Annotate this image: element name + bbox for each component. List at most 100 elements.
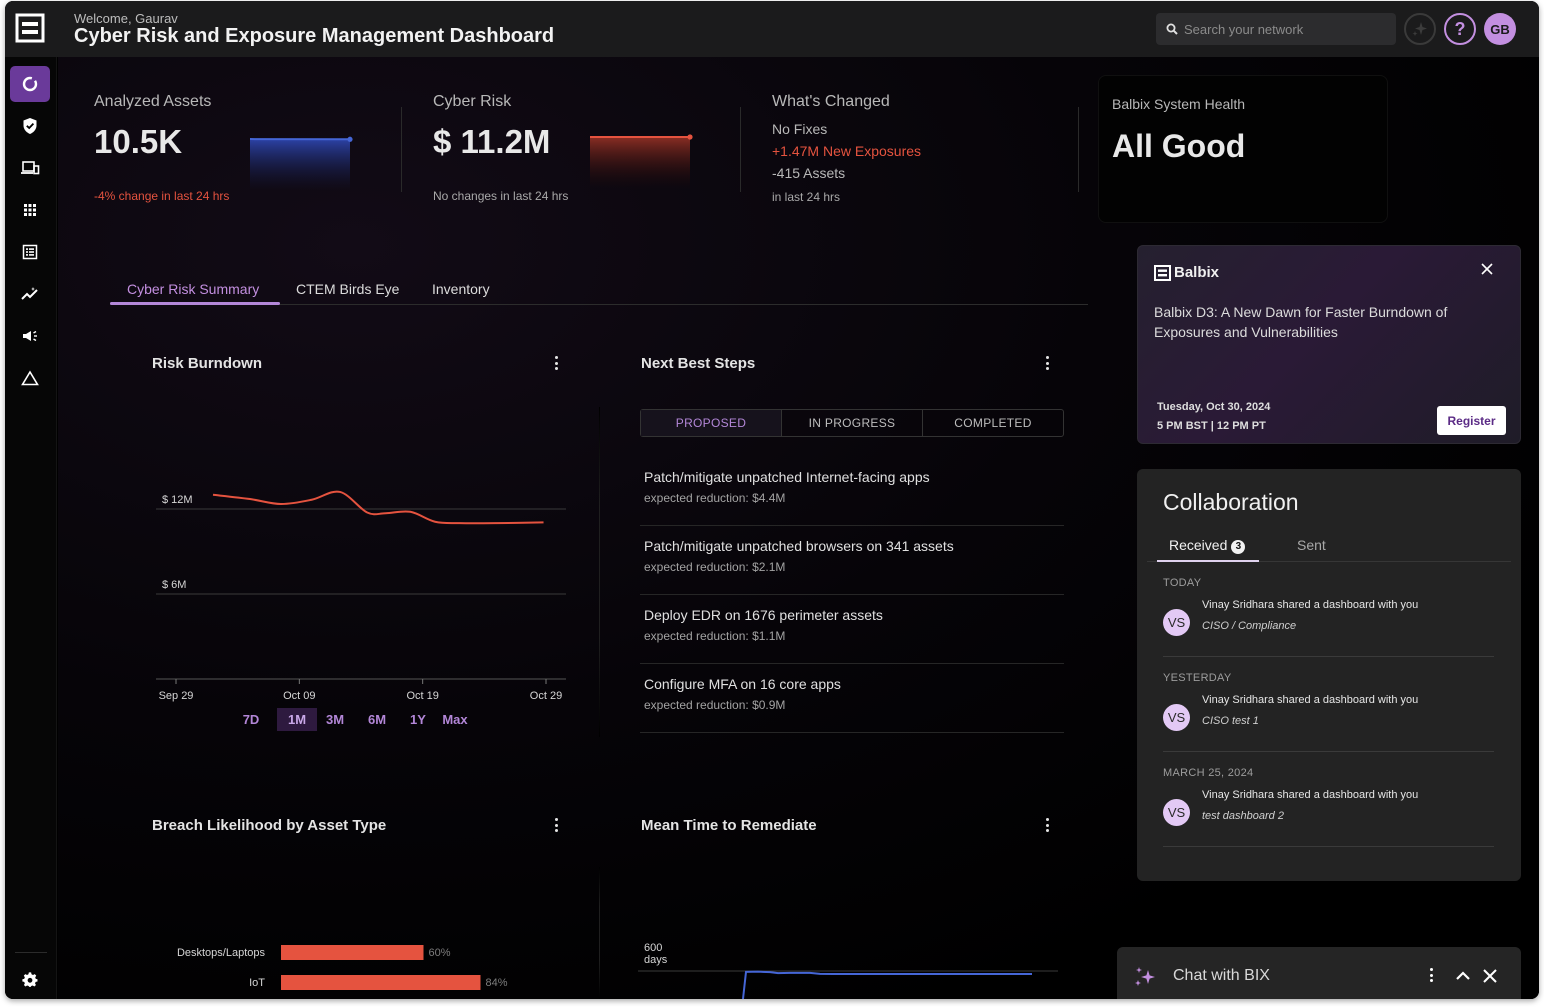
range-button-1m[interactable]: 1M: [277, 708, 317, 731]
step-item[interactable]: Patch/mitigate unpatched Internet-facing…: [640, 457, 1064, 526]
close-icon[interactable]: [1482, 968, 1498, 984]
devices-icon: [21, 161, 40, 175]
promo-headline: Balbix D3: A New Dawn for Faster Burndow…: [1154, 304, 1448, 340]
step-item[interactable]: Patch/mitigate unpatched browsers on 341…: [640, 526, 1064, 595]
tab-cyber-risk-summary[interactable]: Cyber Risk Summary: [127, 281, 259, 297]
mttr-menu-icon[interactable]: [1041, 816, 1053, 834]
next-best-steps-menu-icon[interactable]: [1041, 354, 1053, 372]
sparkle-icon: [1135, 967, 1155, 986]
chat-menu-icon[interactable]: [1425, 966, 1437, 984]
ai-assistant-button[interactable]: [1404, 13, 1436, 45]
kpi-analyzed-assets[interactable]: Analyzed Assets 10.5K -4% change in last…: [94, 93, 229, 203]
register-button[interactable]: Register: [1437, 406, 1506, 435]
step-item[interactable]: Deploy EDR on 1676 perimeter assets expe…: [640, 595, 1064, 664]
received-count-badge: 3: [1231, 539, 1246, 554]
kpi-label: What's Changed: [772, 93, 890, 110]
tab-received[interactable]: Received 3: [1169, 537, 1246, 554]
mttr-series-line: [742, 970, 1032, 999]
notification-text: Vinay Sridhara shared a dashboard with y…: [1202, 599, 1419, 611]
step-reduction: expected reduction: $1.1M: [644, 629, 786, 643]
step-title: Patch/mitigate unpatched Internet-facing…: [644, 469, 930, 485]
group-label: YESTERDAY: [1163, 672, 1232, 684]
sidebar-item-trends[interactable]: [10, 276, 50, 312]
help-icon: ?: [1454, 18, 1466, 39]
chevron-up-icon[interactable]: [1455, 968, 1471, 984]
y-tick-label: 600: [644, 942, 662, 954]
tab-received-label: Received: [1169, 537, 1228, 553]
trend-sparkle-icon: [21, 287, 38, 300]
chat-with-bix-bar[interactable]: Chat with BIX: [1117, 947, 1521, 999]
kpi-change-note: -4% change in last 24 hrs: [94, 189, 230, 203]
segment-in-progress[interactable]: IN PROGRESS: [782, 410, 923, 436]
collaboration-tabs: Received 3 Sent: [1147, 531, 1511, 562]
shared-dashboard-item[interactable]: VS Vinay Sridhara shared a dashboard wit…: [1163, 690, 1495, 748]
help-button[interactable]: ?: [1444, 13, 1476, 45]
breach-likelihood-title: Breach Likelihood by Asset Type: [152, 817, 387, 834]
range-button-7d[interactable]: 7D: [238, 708, 264, 731]
segment-completed[interactable]: COMPLETED: [923, 410, 1063, 436]
segment-proposed[interactable]: PROPOSED: [641, 410, 782, 436]
step-item[interactable]: Configure MFA on 16 core apps expected r…: [640, 664, 1064, 733]
risk-burndown-menu-icon[interactable]: [550, 354, 562, 372]
sidebar-item-alerts[interactable]: [10, 360, 50, 396]
step-title: Deploy EDR on 1676 perimeter assets: [644, 607, 883, 623]
sidebar-item-reports[interactable]: [10, 234, 50, 270]
group-label: TODAY: [1163, 577, 1202, 589]
sidebar-item-apps[interactable]: [10, 192, 50, 228]
tab-sent[interactable]: Sent: [1297, 537, 1326, 553]
sidebar-item-announcements[interactable]: [10, 318, 50, 354]
system-health-card[interactable]: Balbix System Health All Good: [1098, 75, 1388, 223]
bar-category-label: Desktops/Laptops: [177, 947, 266, 959]
kpi-divider: [1078, 107, 1079, 192]
risk-burndown-title: Risk Burndown: [152, 355, 263, 372]
kpi-value: 10.5K: [94, 123, 183, 160]
cyber-risk-sparkline: [590, 134, 693, 189]
group-label: MARCH 25, 2024: [1163, 767, 1254, 779]
close-icon[interactable]: [1480, 262, 1494, 276]
tab-inventory[interactable]: Inventory: [432, 281, 490, 297]
y-tick-label: days: [644, 954, 668, 966]
apps-grid-icon: [24, 204, 36, 216]
kpi-change-note: in last 24 hrs: [772, 190, 841, 204]
shared-dashboard-item[interactable]: VS Vinay Sridhara shared a dashboard wit…: [1163, 595, 1495, 653]
page-title: Cyber Risk and Exposure Management Dashb…: [74, 25, 555, 47]
search-box[interactable]: [1156, 13, 1396, 45]
megaphone-icon: [23, 330, 37, 342]
range-button-3m[interactable]: 3M: [320, 708, 350, 731]
sidebar-item-security[interactable]: [10, 108, 50, 144]
change-fixes: No Fixes: [772, 121, 828, 137]
avatar: VS: [1163, 799, 1190, 826]
gear-icon: [22, 972, 38, 987]
sidebar-item-settings[interactable]: [10, 962, 50, 998]
shared-dashboard-item[interactable]: VS Vinay Sridhara shared a dashboard wit…: [1163, 785, 1495, 843]
breach-likelihood-menu-icon[interactable]: [550, 816, 562, 834]
search-input[interactable]: [1184, 21, 1384, 37]
sidebar-item-dashboard[interactable]: [10, 66, 50, 102]
chat-label: Chat with BIX: [1173, 967, 1270, 984]
kpi-whats-changed[interactable]: What's Changed No Fixes +1.47M New Expos…: [772, 93, 921, 204]
x-tick-label: Oct 19: [406, 690, 438, 702]
kpi-divider: [401, 107, 402, 192]
dashboard-name: test dashboard 2: [1202, 810, 1284, 822]
tab-ctem-birds-eye[interactable]: CTEM Birds Eye: [296, 281, 399, 297]
change-assets: -415 Assets: [772, 165, 846, 181]
promo-brand: Balbix: [1154, 264, 1219, 281]
step-title: Patch/mitigate unpatched browsers on 341…: [644, 538, 954, 554]
mttr-title: Mean Time to Remediate: [641, 817, 817, 834]
promo-date: Tuesday, Oct 30, 2024: [1157, 401, 1271, 413]
kpi-divider: [740, 107, 741, 192]
steps-status-segmented-control: PROPOSED IN PROGRESS COMPLETED: [640, 409, 1064, 437]
range-button-max[interactable]: Max: [438, 708, 472, 731]
user-avatar[interactable]: GB: [1484, 13, 1516, 45]
range-button-1y[interactable]: 1Y: [406, 708, 430, 731]
notification-text: Vinay Sridhara shared a dashboard with y…: [1202, 789, 1419, 801]
dashboard-name: CISO test 1: [1202, 715, 1259, 727]
analyzed-assets-sparkline: [250, 136, 353, 191]
range-button-6m[interactable]: 6M: [362, 708, 392, 731]
x-tick-label: Sep 29: [159, 690, 194, 702]
kpi-cyber-risk[interactable]: Cyber Risk $ 11.2M No changes in last 24…: [433, 93, 568, 203]
bar: [281, 975, 481, 990]
sidebar-item-assets[interactable]: [10, 150, 50, 186]
balbix-logo-icon[interactable]: [15, 13, 45, 43]
x-tick-label: Oct 29: [530, 690, 562, 702]
